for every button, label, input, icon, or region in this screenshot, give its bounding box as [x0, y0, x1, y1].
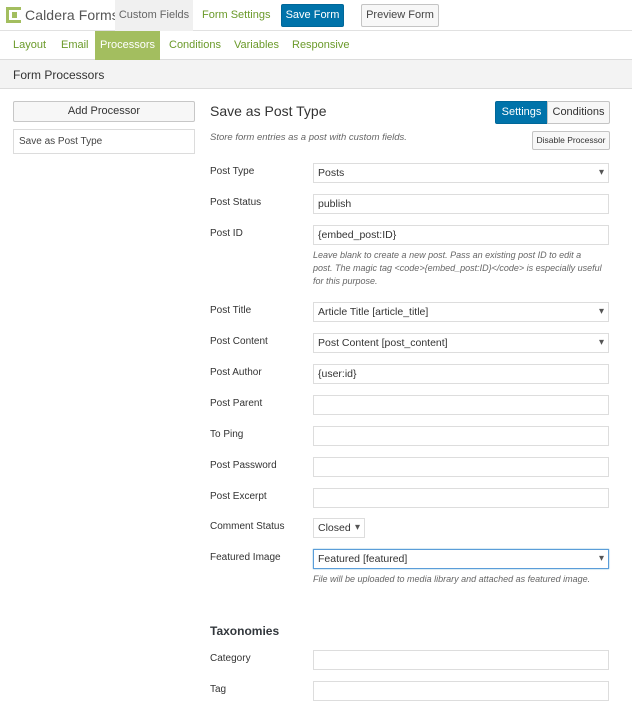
section-header: Form Processors — [0, 60, 632, 89]
post-id-label: Post ID — [210, 228, 243, 239]
post-type-label: Post Type — [210, 166, 255, 177]
tag-label: Tag — [210, 684, 227, 695]
featured-image-select[interactable]: Featured [featured] — [313, 549, 609, 569]
post-title-label: Post Title — [210, 305, 252, 316]
processor-description: Store form entries as a post with custom… — [210, 132, 407, 143]
featured-image-label: Featured Image — [210, 552, 281, 563]
main-panel: Add Processor Save as Post Type Save as … — [0, 89, 632, 707]
tab-layout[interactable]: Layout — [13, 31, 46, 60]
post-status-label: Post Status — [210, 197, 262, 208]
save-form-button[interactable]: Save Form — [281, 4, 344, 27]
featured-image-help: File will be uploaded to media library a… — [313, 574, 591, 584]
settings-toggle-button[interactable]: Settings — [495, 101, 548, 124]
post-excerpt-input[interactable] — [313, 488, 609, 508]
post-content-select[interactable]: Post Content [post_content] — [313, 333, 609, 353]
tab-processors[interactable]: Processors — [95, 31, 160, 60]
custom-fields-tab[interactable]: Custom Fields — [115, 0, 193, 31]
post-password-label: Post Password — [210, 460, 277, 471]
post-type-select[interactable]: Posts — [313, 163, 609, 183]
tab-bar: Layout Email Processors Conditions Varia… — [0, 31, 632, 60]
post-author-input[interactable]: {user:id} — [313, 364, 609, 384]
tab-responsive[interactable]: Responsive — [292, 31, 349, 60]
processor-title: Save as Post Type — [210, 103, 327, 119]
post-content-label: Post Content — [210, 336, 268, 347]
post-author-label: Post Author — [210, 367, 262, 378]
to-ping-label: To Ping — [210, 429, 244, 440]
to-ping-input[interactable] — [313, 426, 609, 446]
post-id-input[interactable]: {embed_post:ID} — [313, 225, 609, 245]
form-settings-link[interactable]: Form Settings — [202, 0, 270, 31]
category-input[interactable] — [313, 650, 609, 670]
post-title-select[interactable]: Article Title [article_title] — [313, 302, 609, 322]
section-title: Form Processors — [13, 68, 105, 82]
tag-input[interactable] — [313, 681, 609, 701]
post-password-input[interactable] — [313, 457, 609, 477]
conditions-toggle-button[interactable]: Conditions — [547, 101, 610, 124]
post-parent-label: Post Parent — [210, 398, 263, 409]
tab-variables[interactable]: Variables — [234, 31, 279, 60]
post-status-input[interactable]: publish — [313, 194, 609, 214]
taxonomies-heading: Taxonomies — [210, 624, 280, 638]
category-label: Category — [210, 653, 251, 664]
add-processor-button[interactable]: Add Processor — [13, 101, 195, 122]
comment-status-label: Comment Status — [210, 521, 285, 532]
tab-email[interactable]: Email — [61, 31, 89, 60]
comment-status-select[interactable]: Closed — [313, 518, 365, 538]
top-bar: Caldera Forms Custom Fields Form Setting… — [0, 0, 632, 31]
disable-processor-button[interactable]: Disable Processor — [532, 131, 610, 150]
caldera-logo: Caldera Forms — [6, 7, 119, 23]
post-excerpt-label: Post Excerpt — [210, 491, 267, 502]
caldera-logo-icon — [6, 7, 21, 23]
logo-text: Caldera Forms — [25, 7, 119, 23]
post-id-help: Leave blank to create a new post. Pass a… — [313, 250, 602, 286]
tab-conditions[interactable]: Conditions — [169, 31, 221, 60]
processor-list-item[interactable]: Save as Post Type — [13, 129, 195, 154]
post-parent-input[interactable] — [313, 395, 609, 415]
preview-form-button[interactable]: Preview Form — [361, 4, 439, 27]
